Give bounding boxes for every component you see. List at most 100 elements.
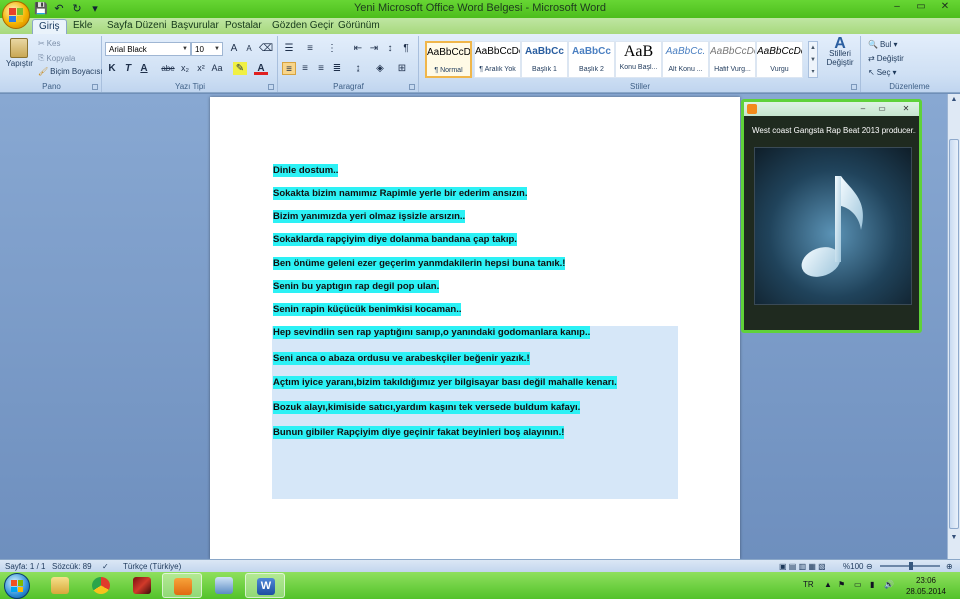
document-line[interactable]: Sokaklarda rapçiyim diye dolanma bandana… <box>273 233 517 246</box>
close-button[interactable]: ✕ <box>938 1 952 13</box>
style-subtitle[interactable]: AaBbCc. Alt Konu ... <box>662 41 709 78</box>
view-buttons[interactable]: ▣ ▤ ▥ ▦ ▧ <box>779 562 826 571</box>
document-line[interactable]: Hep sevindiin sen rap yaptığını sanıp,o … <box>273 326 591 339</box>
document-line[interactable]: Seni anca o abaza ordusu ve arabeskçiler… <box>273 352 530 365</box>
sort-icon[interactable]: ↕ <box>383 42 397 55</box>
display-icon[interactable]: ▭ <box>854 580 862 589</box>
clipboard-launcher-icon[interactable] <box>92 84 98 90</box>
tab-gozden-gecir[interactable]: Gözden Geçir <box>266 19 340 34</box>
replace-button[interactable]: ⇄ Değiştir <box>868 54 904 63</box>
start-button[interactable] <box>4 573 30 599</box>
tab-sayfa-duzeni[interactable]: Sayfa Düzeni <box>101 19 172 34</box>
font-color-button[interactable]: A <box>254 62 268 75</box>
style-emphasis[interactable]: AaBbCcDc Vurgu <box>756 41 803 78</box>
signal-icon[interactable]: ▮ <box>870 580 874 589</box>
document-line[interactable]: Bozuk alayı,kimiside satıcı,yardım kaşın… <box>273 401 581 414</box>
find-button[interactable]: 🔍 Bul ▾ <box>868 40 898 49</box>
style-title[interactable]: AaB Konu Başl... <box>615 41 662 78</box>
clear-format-icon[interactable]: ⌫ <box>259 42 273 55</box>
decrease-indent-icon[interactable]: ⇤ <box>351 42 365 55</box>
document-page[interactable]: Dinle dostum.. Sokakta bizim namımız Rap… <box>210 97 740 559</box>
tab-gorunum[interactable]: Görünüm <box>332 19 386 34</box>
strikethrough-button[interactable]: abe <box>160 62 176 75</box>
style-normal[interactable]: AaBbCcDc ¶ Normal <box>425 41 472 78</box>
player-minimize-button[interactable]: – <box>857 103 869 114</box>
scroll-thumb[interactable] <box>949 139 959 529</box>
change-styles-button[interactable]: A Stilleri Değiştir <box>822 36 858 68</box>
highlight-color-icon[interactable]: ✎ <box>233 62 247 75</box>
document-line[interactable]: Ben önüme geleni ezer geçerim yanmdakile… <box>273 257 566 270</box>
maximize-button[interactable]: ▭ <box>914 1 928 13</box>
clock[interactable]: 23:06 28.05.2014 <box>906 575 946 597</box>
font-launcher-icon[interactable] <box>268 84 274 90</box>
zoom-in-icon[interactable]: ⊕ <box>946 562 953 571</box>
tab-basvurular[interactable]: Başvurular <box>165 19 225 34</box>
underline-button[interactable]: A <box>137 62 151 75</box>
taskbar-explorer[interactable] <box>40 573 80 598</box>
volume-icon[interactable]: 🔊 <box>884 580 894 589</box>
minimize-button[interactable]: – <box>890 1 904 13</box>
font-name-combo[interactable]: Arial Black ▼ <box>105 42 191 56</box>
multilevel-list-icon[interactable]: ⋮ <box>325 42 339 55</box>
taskbar-chrome[interactable] <box>81 573 121 598</box>
align-center-icon[interactable]: ≡ <box>298 62 312 75</box>
grow-font-button[interactable]: A <box>227 42 241 55</box>
tab-giris[interactable]: Giriş <box>32 19 67 34</box>
align-left-icon[interactable]: ≡ <box>282 62 296 75</box>
tab-ekle[interactable]: Ekle <box>67 19 98 34</box>
numbering-icon[interactable]: ≡ <box>303 42 317 55</box>
word-count[interactable]: Sözcük: 89 <box>52 562 92 571</box>
language-indicator[interactable]: Türkçe (Türkiye) <box>123 562 181 571</box>
subscript-button[interactable]: x₂ <box>178 62 192 75</box>
pilcrow-icon[interactable]: ¶ <box>399 42 413 55</box>
vertical-scrollbar[interactable]: ▲ ▼ <box>947 94 960 559</box>
bullets-icon[interactable]: ☰ <box>282 42 296 55</box>
zoom-level[interactable]: %100 <box>843 562 863 571</box>
taskbar-media-player[interactable] <box>162 573 202 598</box>
flag-icon[interactable]: ⚑ <box>838 580 845 589</box>
document-line[interactable]: Senin bu yaptıgın rap degil pop ulan. <box>273 280 440 293</box>
document-line[interactable]: Dinle dostum.. <box>273 164 339 177</box>
document-line[interactable]: Sokakta bizim namımız Rapimle yerle bir … <box>273 187 528 200</box>
superscript-button[interactable]: x² <box>194 62 208 75</box>
scroll-up-icon[interactable]: ▲ <box>949 96 959 106</box>
styles-scroll[interactable]: ▲ ▼ ▾ <box>808 41 818 78</box>
document-line[interactable]: Açtım iyice yaranı,bizim takıldığımız ye… <box>273 376 617 389</box>
document-line[interactable]: Bunun gibiler Rapçiyim diye geçinir faka… <box>273 426 565 439</box>
italic-button[interactable]: T <box>121 62 135 75</box>
player-close-button[interactable]: ✕ <box>900 103 912 114</box>
increase-indent-icon[interactable]: ⇥ <box>367 42 381 55</box>
scroll-down-icon[interactable]: ▼ <box>949 534 959 544</box>
page-count[interactable]: Sayfa: 1 / 1 <box>5 562 45 571</box>
format-painter-button[interactable]: 🖌 Biçim Boyacısı <box>38 67 103 76</box>
show-hidden-icons[interactable]: ▲ <box>824 580 832 589</box>
taskbar-word[interactable]: W <box>245 573 285 598</box>
cut-button[interactable]: ✂ Kes <box>38 39 61 48</box>
taskbar-game[interactable] <box>122 573 162 598</box>
paragraph-launcher-icon[interactable] <box>409 84 415 90</box>
align-right-icon[interactable]: ≡ <box>314 62 328 75</box>
styles-launcher-icon[interactable] <box>851 84 857 90</box>
style-subtle-emphasis[interactable]: AaBbCcDc Hafif Vurg... <box>709 41 756 78</box>
change-case-button[interactable]: Aa <box>210 62 224 75</box>
document-line[interactable]: Bizim yanımızda yeri olmaz işsizle arsız… <box>273 210 466 223</box>
shading-icon[interactable]: ◈ <box>373 62 387 75</box>
borders-icon[interactable]: ⊞ <box>395 62 409 75</box>
style-heading-2[interactable]: AaBbCc Başlık 2 <box>568 41 615 78</box>
proofing-icon[interactable]: ✓ <box>102 562 109 571</box>
zoom-slider-handle[interactable] <box>909 562 913 570</box>
player-restore-button[interactable]: ▭ <box>876 103 888 114</box>
shrink-font-button[interactable]: A <box>242 42 256 55</box>
media-player-window[interactable]: – ▭ ✕ West coast Gangsta Rap Beat 2013 p… <box>741 99 922 333</box>
style-no-spacing[interactable]: AaBbCcDc ¶ Aralık Yok <box>474 41 521 78</box>
paste-button[interactable]: Yapıştır <box>6 38 33 68</box>
language-bar[interactable]: TR <box>803 580 814 589</box>
taskbar-network[interactable] <box>204 573 244 598</box>
document-line[interactable]: Senin rapin küçücük benimkisi kocaman.. <box>273 303 462 316</box>
justify-icon[interactable]: ≣ <box>330 62 344 75</box>
style-heading-1[interactable]: AaBbCc Başlık 1 <box>521 41 568 78</box>
zoom-out-icon[interactable]: ⊖ <box>866 562 873 571</box>
select-button[interactable]: ↖ Seç ▾ <box>868 68 897 77</box>
line-spacing-icon[interactable]: ↨ <box>351 62 365 75</box>
tab-postalar[interactable]: Postalar <box>219 19 268 34</box>
